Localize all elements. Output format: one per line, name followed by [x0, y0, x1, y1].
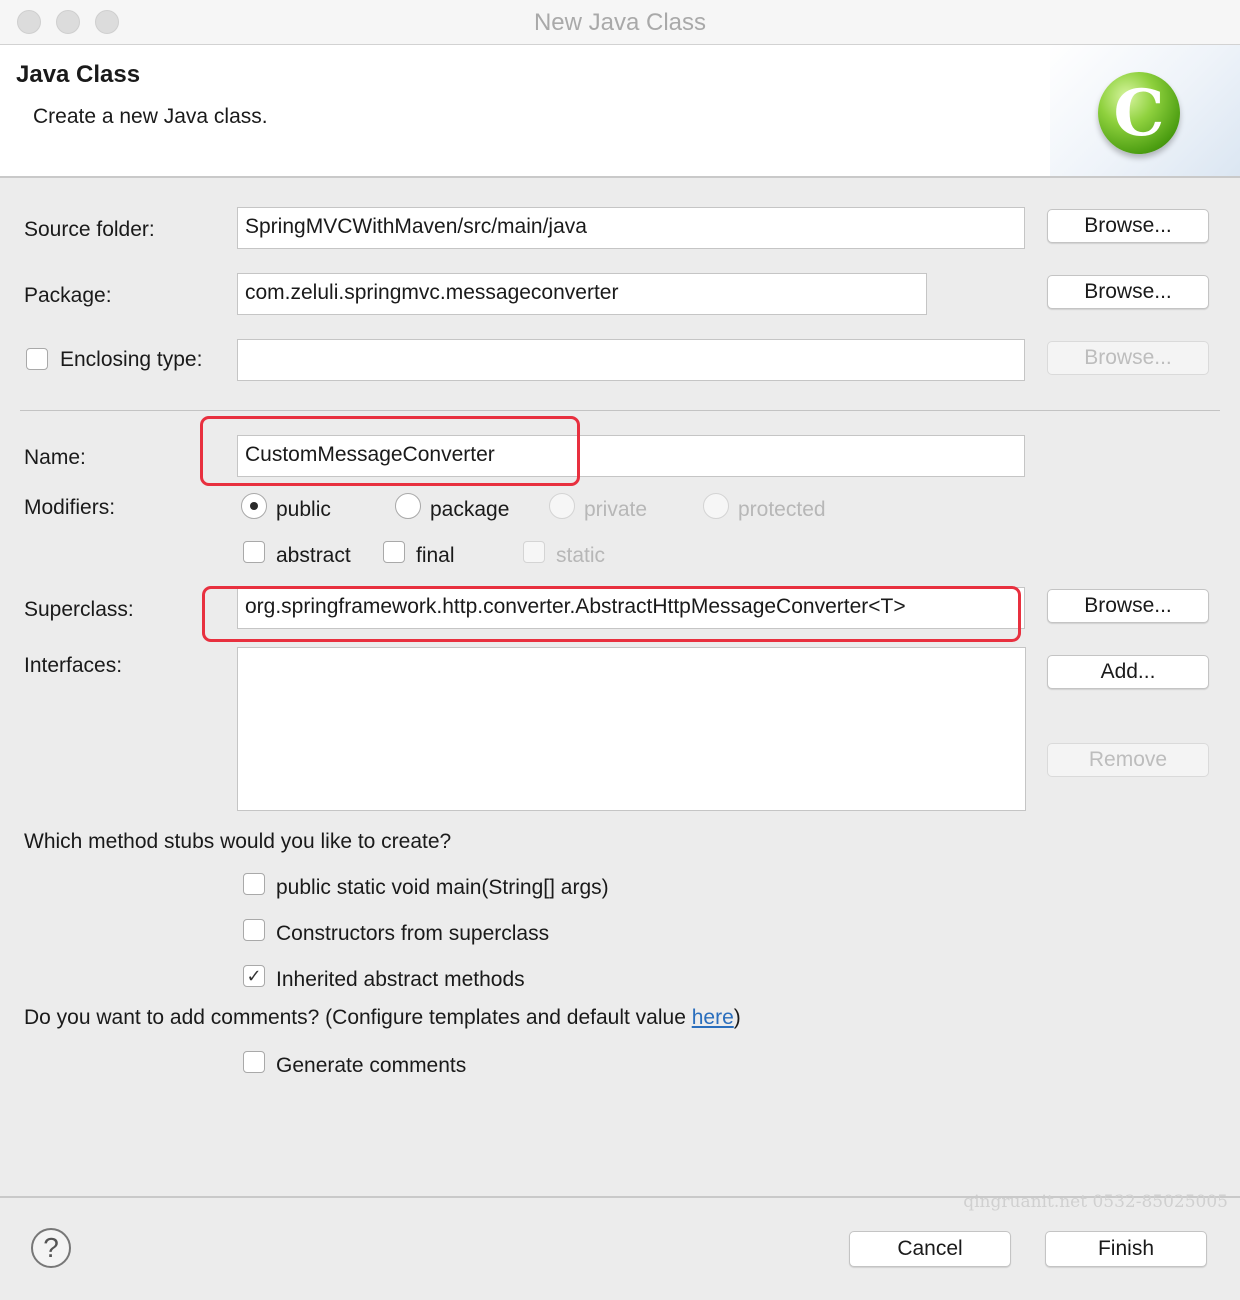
static-label: static	[556, 544, 606, 567]
abstract-checkbox[interactable]	[243, 541, 265, 563]
superclass-browse-button[interactable]: Browse...	[1047, 589, 1209, 623]
interfaces-label: Interfaces:	[24, 654, 123, 677]
cancel-button[interactable]: Cancel	[849, 1231, 1011, 1267]
source-folder-browse-button[interactable]: Browse...	[1047, 209, 1209, 243]
modifier-private-label: private	[584, 498, 648, 521]
source-folder-label: Source folder:	[24, 218, 155, 241]
banner-subtitle: Create a new Java class.	[33, 105, 268, 128]
comments-question-text: Do you want to add comments? (Configure …	[24, 1006, 692, 1029]
stub-constructors-label: Constructors from superclass	[276, 922, 550, 945]
modifier-protected-label: protected	[738, 498, 826, 521]
interfaces-list[interactable]	[237, 647, 1026, 811]
superclass-highlight-box	[202, 586, 1021, 642]
modifier-package-radio[interactable]	[395, 493, 421, 519]
checkmark-icon: ✓	[246, 966, 262, 986]
modifier-protected-radio[interactable]	[703, 493, 729, 519]
final-label: final	[416, 544, 455, 567]
section-divider	[20, 410, 1220, 411]
comments-question: Do you want to add comments? (Configure …	[24, 1006, 741, 1030]
wizard-banner: Java Class Create a new Java class.	[0, 45, 1240, 178]
generate-comments-label: Generate comments	[276, 1054, 467, 1077]
final-checkbox[interactable]	[383, 541, 405, 563]
enclosing-type-input[interactable]	[237, 339, 1025, 381]
static-checkbox[interactable]	[523, 541, 545, 563]
source-folder-input[interactable]: SpringMVCWithMaven/src/main/java	[237, 207, 1025, 249]
java-class-logo-icon: C	[1098, 72, 1180, 154]
modifier-public-radio[interactable]	[241, 493, 267, 519]
title-bar: New Java Class	[0, 0, 1240, 45]
stub-inherited-checkbox[interactable]: ✓	[243, 965, 265, 987]
stub-inherited-label: Inherited abstract methods	[276, 968, 525, 991]
enclosing-type-browse-button[interactable]: Browse...	[1047, 341, 1209, 375]
watermark-text: qingruanit.net 0532-85025005	[963, 1192, 1228, 1212]
method-stubs-question: Which method stubs would you like to cre…	[24, 830, 452, 853]
interfaces-add-button[interactable]: Add...	[1047, 655, 1209, 689]
comments-question-close: )	[733, 1006, 741, 1029]
finish-button[interactable]: Finish	[1045, 1231, 1207, 1267]
help-icon[interactable]: ?	[31, 1228, 71, 1268]
configure-templates-link[interactable]: here	[692, 1006, 734, 1029]
abstract-label: abstract	[276, 544, 351, 567]
stub-main-label: public static void main(String[] args)	[276, 876, 609, 899]
window-title: New Java Class	[533, 9, 707, 36]
stub-constructors-checkbox[interactable]	[243, 919, 265, 941]
package-browse-button[interactable]: Browse...	[1047, 275, 1209, 309]
modifiers-label: Modifiers:	[24, 496, 116, 519]
enclosing-type-label: Enclosing type:	[60, 348, 203, 371]
modifier-public-label: public	[276, 498, 331, 521]
modifier-private-radio[interactable]	[549, 493, 575, 519]
interfaces-remove-button[interactable]: Remove	[1047, 743, 1209, 777]
stub-main-checkbox[interactable]	[243, 873, 265, 895]
superclass-label: Superclass:	[24, 598, 134, 621]
package-input[interactable]: com.zeluli.springmvc.messageconverter	[237, 273, 927, 315]
modifier-package-label: package	[430, 498, 510, 521]
enclosing-type-checkbox[interactable]	[26, 348, 48, 370]
name-highlight-box	[200, 416, 580, 486]
banner-title: Java Class	[16, 61, 141, 88]
name-label: Name:	[24, 446, 86, 469]
generate-comments-checkbox[interactable]	[243, 1051, 265, 1073]
package-label: Package:	[24, 284, 112, 307]
